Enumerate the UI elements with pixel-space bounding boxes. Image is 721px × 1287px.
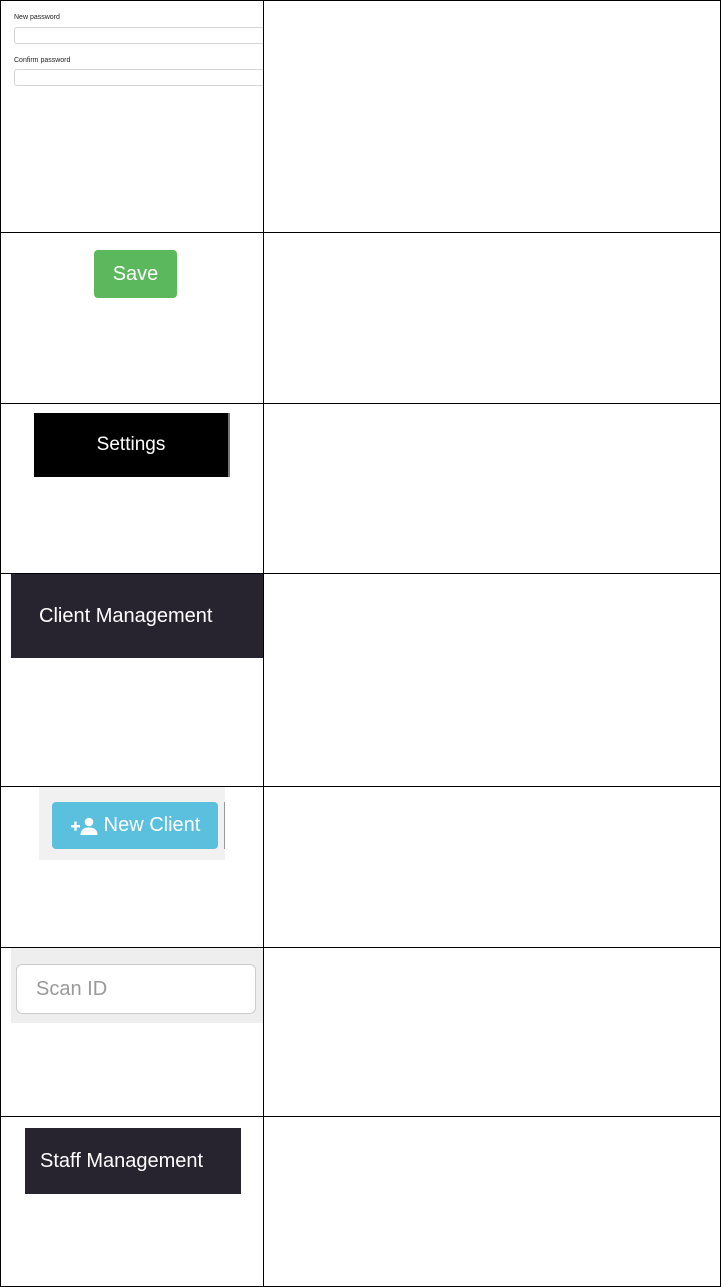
screenshot-cell: Save — [0, 232, 265, 404]
description-cell — [263, 0, 721, 233]
description-cell — [263, 786, 721, 948]
screenshot-cell: New Client — [0, 786, 265, 948]
client-management-nav-item[interactable]: Client Management — [11, 574, 263, 658]
new-password-label: New password — [14, 14, 60, 21]
scan-id-crop — [11, 948, 263, 1023]
screenshot-cell: Client Management — [0, 573, 265, 787]
save-button[interactable]: Save — [94, 250, 177, 298]
table-row: New Client — [0, 786, 721, 948]
table-row: Client Management — [0, 573, 721, 787]
description-cell — [263, 403, 721, 574]
crop-edge — [224, 802, 225, 849]
description-cell — [263, 573, 721, 787]
new-client-label: New Client — [103, 814, 201, 836]
table-row: New password Confirm password — [0, 0, 721, 233]
new-client-button[interactable]: New Client — [52, 802, 218, 849]
add-person-icon — [70, 817, 98, 835]
settings-nav-item[interactable]: Settings — [34, 413, 230, 477]
table-row: Save — [0, 232, 721, 404]
screenshot-cell: New password Confirm password — [0, 0, 265, 233]
staff-management-nav-item[interactable]: Staff Management — [25, 1128, 241, 1194]
new-client-crop: New Client — [39, 787, 225, 860]
table-row: Settings — [0, 403, 721, 574]
screenshot-cell: Settings — [0, 403, 265, 574]
screenshot-table: New password Confirm password Save Setti… — [0, 0, 721, 1287]
password-form: New password Confirm password — [7, 1, 263, 97]
confirm-password-field[interactable] — [14, 69, 263, 86]
table-row: Staff Management — [0, 1116, 721, 1287]
scan-id-input[interactable] — [16, 964, 256, 1014]
confirm-password-label: Confirm password — [14, 57, 71, 64]
screenshot-cell — [0, 947, 265, 1117]
table-row — [0, 947, 721, 1117]
new-password-field[interactable] — [14, 27, 263, 44]
screenshot-cell: Staff Management — [0, 1116, 265, 1287]
description-cell — [263, 947, 721, 1117]
description-cell — [263, 232, 721, 404]
description-cell — [263, 1116, 721, 1287]
